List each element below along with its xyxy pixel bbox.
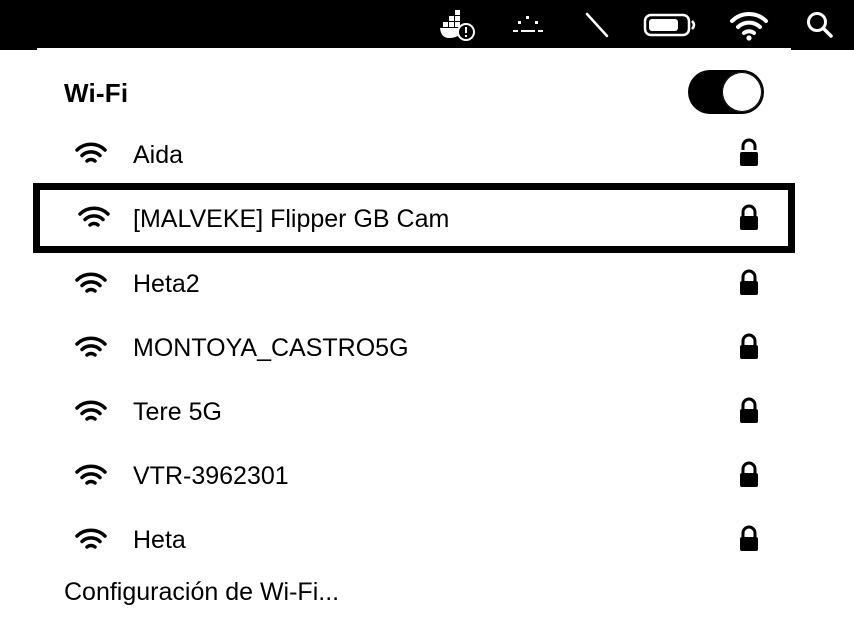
wifi-signal-icon (75, 272, 107, 293)
network-list: Aida [MALVEKE] Flipper GB Cam Heta2 MONT… (0, 0, 854, 626)
lock-icon (740, 397, 758, 423)
network-item-montoya-castro5g[interactable]: MONTOYA_CASTRO5G (37, 320, 791, 376)
lock-icon (740, 138, 758, 166)
wifi-signal-icon (75, 464, 107, 485)
wifi-signal-icon (75, 142, 107, 163)
wifi-signal-icon (75, 400, 107, 421)
network-name: MONTOYA_CASTRO5G (133, 334, 409, 362)
network-item-tere-5g[interactable]: Tere 5G (37, 384, 791, 440)
network-item-heta2[interactable]: Heta2 (37, 256, 791, 312)
wifi-signal-icon (75, 336, 107, 357)
wifi-settings-link[interactable]: Configuración de Wi-Fi... (64, 578, 339, 607)
lock-icon (740, 204, 758, 230)
wifi-signal-icon (75, 528, 107, 549)
lock-icon (740, 333, 758, 359)
network-item-malveke[interactable]: [MALVEKE] Flipper GB Cam (33, 183, 795, 253)
lock-icon (740, 269, 758, 295)
network-name: Aida (133, 141, 184, 169)
lock-icon (740, 525, 758, 551)
network-name: [MALVEKE] Flipper GB Cam (133, 205, 450, 233)
network-item-vtr-3962301[interactable]: VTR-3962301 (37, 448, 791, 504)
network-name: Tere 5G (133, 398, 222, 426)
network-item-aida[interactable]: Aida (37, 128, 791, 184)
network-name: Heta (133, 526, 186, 554)
wifi-signal-icon (78, 206, 110, 227)
lock-icon (740, 461, 758, 487)
network-item-heta[interactable]: Heta (37, 512, 791, 568)
network-name: VTR-3962301 (133, 462, 289, 490)
network-name: Heta2 (133, 270, 200, 298)
